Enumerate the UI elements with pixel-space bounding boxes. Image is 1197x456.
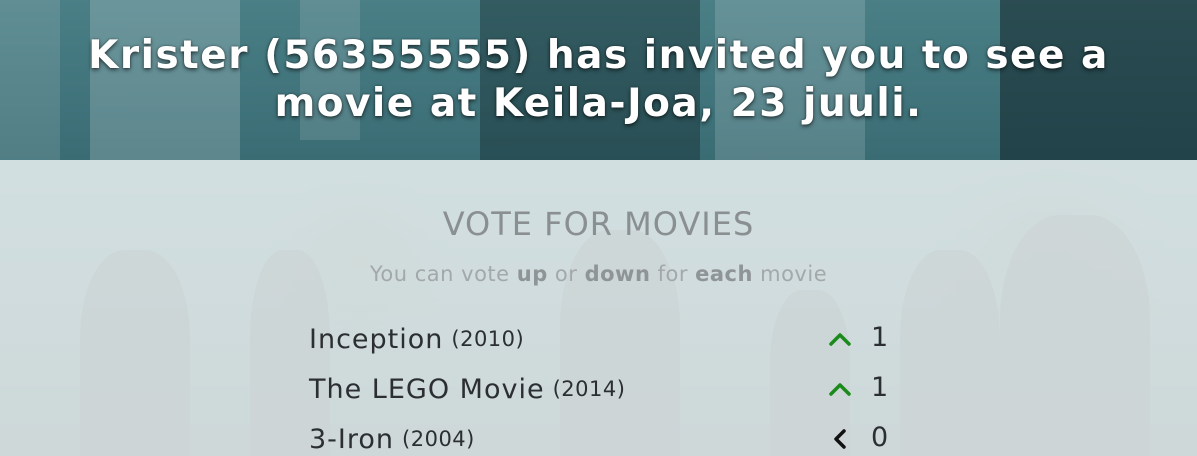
vote-count: 1 <box>871 372 889 403</box>
subtitle-text: or <box>547 262 585 286</box>
subtitle-text: for <box>650 262 696 286</box>
vote-title: VOTE FOR MOVIES <box>442 205 755 243</box>
movie-year: (2004) <box>402 427 475 451</box>
movie-title: 3-Iron <box>309 423 395 455</box>
vote-toggle-button[interactable] <box>827 376 853 402</box>
chevron-up-icon <box>829 383 851 396</box>
vote-toggle-button[interactable] <box>827 326 853 352</box>
invite-header: Krister (56355555) has invited you to se… <box>0 0 1197 160</box>
movie-item: Inception (2010) 1 <box>309 314 909 364</box>
movie-year: (2014) <box>552 377 626 401</box>
subtitle-up: up <box>516 262 548 286</box>
subtitle-down: down <box>584 262 651 286</box>
movie-year: (2010) <box>451 327 525 351</box>
page: Krister (56355555) has invited you to se… <box>0 0 1197 456</box>
movie-item: The LEGO Movie (2014) 1 <box>309 364 909 414</box>
movie-list: Inception (2010) 1 The LEGO Movie (2014)… <box>309 314 909 456</box>
movie-title: Inception <box>309 323 444 355</box>
chevron-left-icon <box>834 429 846 449</box>
vote-count: 1 <box>871 322 889 353</box>
invite-message: Krister (56355555) has invited you to se… <box>88 33 1109 126</box>
movie-item: 3-Iron (2004) 0 <box>309 414 909 456</box>
movie-title: The LEGO Movie <box>309 373 545 405</box>
subtitle-text: movie <box>752 262 828 286</box>
chevron-up-icon <box>829 333 851 346</box>
subtitle-each: each <box>695 262 753 286</box>
subtitle-text: You can vote <box>369 262 517 286</box>
vote-toggle-button[interactable] <box>827 426 853 452</box>
vote-count: 0 <box>871 422 889 453</box>
vote-subtitle: You can vote up or down for each movie <box>0 262 1197 286</box>
